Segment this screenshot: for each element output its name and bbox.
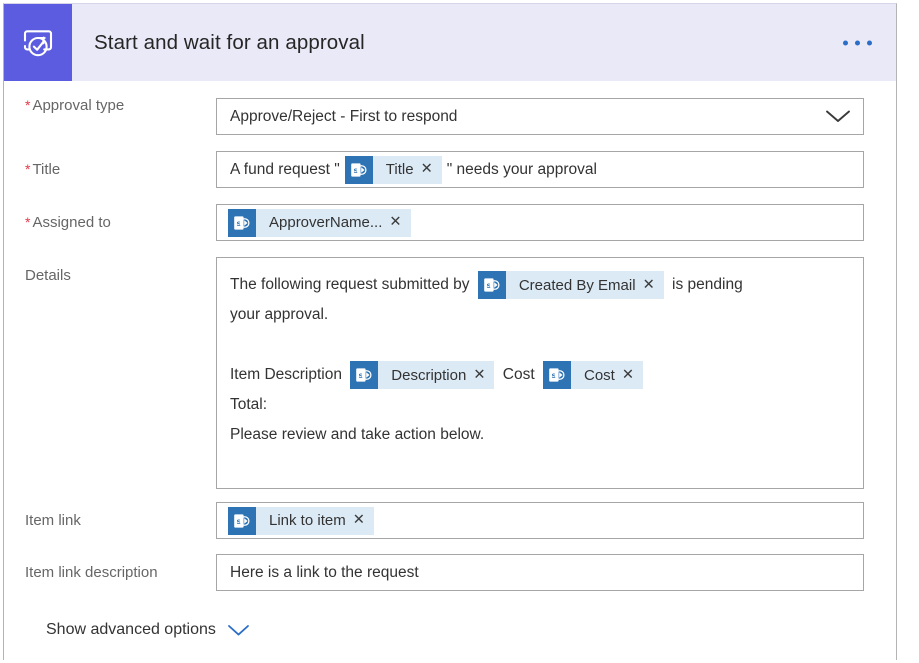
- token-chip-label: Cost: [583, 366, 615, 384]
- details-text: The following request submitted by: [230, 276, 470, 293]
- title-text-after: " needs your approval: [446, 160, 597, 178]
- token-chip-label: Link to item: [269, 512, 346, 529]
- page-title: Start and wait for an approval: [94, 30, 365, 54]
- approval-check-arrow-icon: [4, 4, 72, 81]
- sharepoint-icon: s: [542, 361, 571, 390]
- dot-icon: [867, 40, 872, 45]
- label-title: * Title: [4, 151, 216, 177]
- card-header: Start and wait for an approval: [4, 4, 896, 81]
- field-wrap-approval-type: Approve/Reject - First to respond: [216, 98, 882, 135]
- details-text: your approval.: [230, 306, 329, 324]
- label-assigned-to: * Assigned to: [4, 204, 216, 230]
- details-line-4: Item Description s Description ✕ Cost s …: [230, 360, 849, 390]
- close-icon[interactable]: ✕: [643, 278, 664, 293]
- token-chip-label: Created By Email: [518, 276, 636, 294]
- details-text: Item Description: [230, 366, 342, 384]
- row-approval-type: * Approval type Approve/Reject - First to…: [4, 98, 896, 135]
- approval-action-card: Start and wait for an approval * Approval…: [3, 3, 897, 660]
- field-wrap-details: The following request submitted by s Cre…: [216, 257, 882, 489]
- token-chip-created-by-email[interactable]: s Created By Email ✕: [477, 271, 664, 299]
- row-item-link: Item link s Link to item ✕: [4, 502, 896, 539]
- required-asterisk: *: [25, 97, 31, 113]
- chevron-down-icon[interactable]: [825, 99, 851, 134]
- dot-icon: [843, 40, 848, 45]
- token-chip-link-to-item[interactable]: s Link to item ✕: [228, 506, 374, 535]
- row-details: Details The following request submitted …: [4, 257, 896, 489]
- close-icon[interactable]: ✕: [622, 368, 643, 383]
- token-chip-description[interactable]: s Description ✕: [350, 361, 495, 390]
- field-wrap-assigned-to: s ApproverName... ✕: [216, 204, 882, 241]
- details-line-6: Please review and take action below.: [230, 420, 849, 450]
- label-approval-type: * Approval type: [4, 98, 216, 113]
- approval-type-dropdown[interactable]: Approve/Reject - First to respond: [216, 98, 864, 135]
- details-blank-line: [230, 330, 849, 360]
- details-line-1: The following request submitted by s Cre…: [230, 270, 849, 300]
- title-text-before: A fund request ": [230, 160, 340, 178]
- token-chip-label: Title: [385, 161, 414, 178]
- sharepoint-icon: s: [344, 155, 373, 184]
- sharepoint-icon: s: [350, 361, 379, 390]
- close-icon[interactable]: ✕: [389, 215, 410, 230]
- close-icon[interactable]: ✕: [421, 162, 442, 177]
- label-details: Details: [4, 257, 216, 283]
- label-text: Item link: [25, 512, 81, 529]
- row-title: * Title A fund request " s Title ✕ " nee…: [4, 151, 896, 188]
- chevron-down-icon: [227, 624, 250, 637]
- close-icon[interactable]: ✕: [473, 368, 494, 383]
- token-chip-approver-name[interactable]: s ApproverName... ✕: [228, 208, 411, 237]
- details-textarea[interactable]: The following request submitted by s Cre…: [216, 257, 864, 489]
- title-input[interactable]: A fund request " s Title ✕ " needs your …: [216, 151, 864, 188]
- more-options-button[interactable]: [837, 32, 878, 53]
- label-text: Details: [25, 267, 71, 284]
- item-link-description-value: Here is a link to the request: [230, 563, 419, 581]
- required-asterisk: *: [25, 214, 31, 230]
- field-wrap-item-link: s Link to item ✕: [216, 502, 882, 539]
- label-text: Assigned to: [32, 214, 111, 231]
- sharepoint-icon: s: [228, 208, 256, 237]
- row-assigned-to: * Assigned to s ApproverName... ✕: [4, 204, 896, 241]
- label-text: Title: [32, 161, 61, 178]
- field-wrap-item-link-description: Here is a link to the request: [216, 554, 882, 591]
- label-item-link: Item link: [4, 502, 216, 528]
- close-icon[interactable]: ✕: [353, 513, 374, 528]
- show-advanced-options-button[interactable]: Show advanced options: [44, 615, 252, 645]
- row-item-link-description: Item link description Here is a link to …: [4, 554, 896, 591]
- label-item-link-description: Item link description: [4, 554, 216, 580]
- item-link-input[interactable]: s Link to item ✕: [216, 502, 864, 539]
- token-chip-title[interactable]: s Title ✕: [344, 155, 442, 184]
- details-text: Cost: [502, 366, 535, 384]
- sharepoint-icon: s: [228, 506, 256, 535]
- token-chip-label: ApproverName...: [269, 214, 383, 231]
- card-body: * Approval type Approve/Reject - First to…: [4, 98, 896, 645]
- details-text: Please review and take action below.: [230, 426, 485, 444]
- details-line-5: Total:: [230, 390, 849, 420]
- token-chip-cost[interactable]: s Cost ✕: [542, 361, 643, 390]
- details-line-2: your approval.: [230, 300, 849, 330]
- required-asterisk: *: [25, 161, 31, 177]
- show-advanced-options-label: Show advanced options: [46, 621, 216, 638]
- label-text: Item link description: [25, 564, 158, 581]
- dot-icon: [855, 40, 860, 45]
- details-text: Total:: [230, 396, 268, 414]
- item-link-description-input[interactable]: Here is a link to the request: [216, 554, 864, 591]
- token-chip-label: Description: [391, 366, 467, 384]
- sharepoint-icon: s: [477, 271, 506, 299]
- details-text: is pending: [672, 276, 743, 293]
- field-wrap-title: A fund request " s Title ✕ " needs your …: [216, 151, 882, 188]
- approval-type-value: Approve/Reject - First to respond: [230, 107, 458, 125]
- assigned-to-input[interactable]: s ApproverName... ✕: [216, 204, 864, 241]
- label-text: Approval type: [32, 97, 125, 114]
